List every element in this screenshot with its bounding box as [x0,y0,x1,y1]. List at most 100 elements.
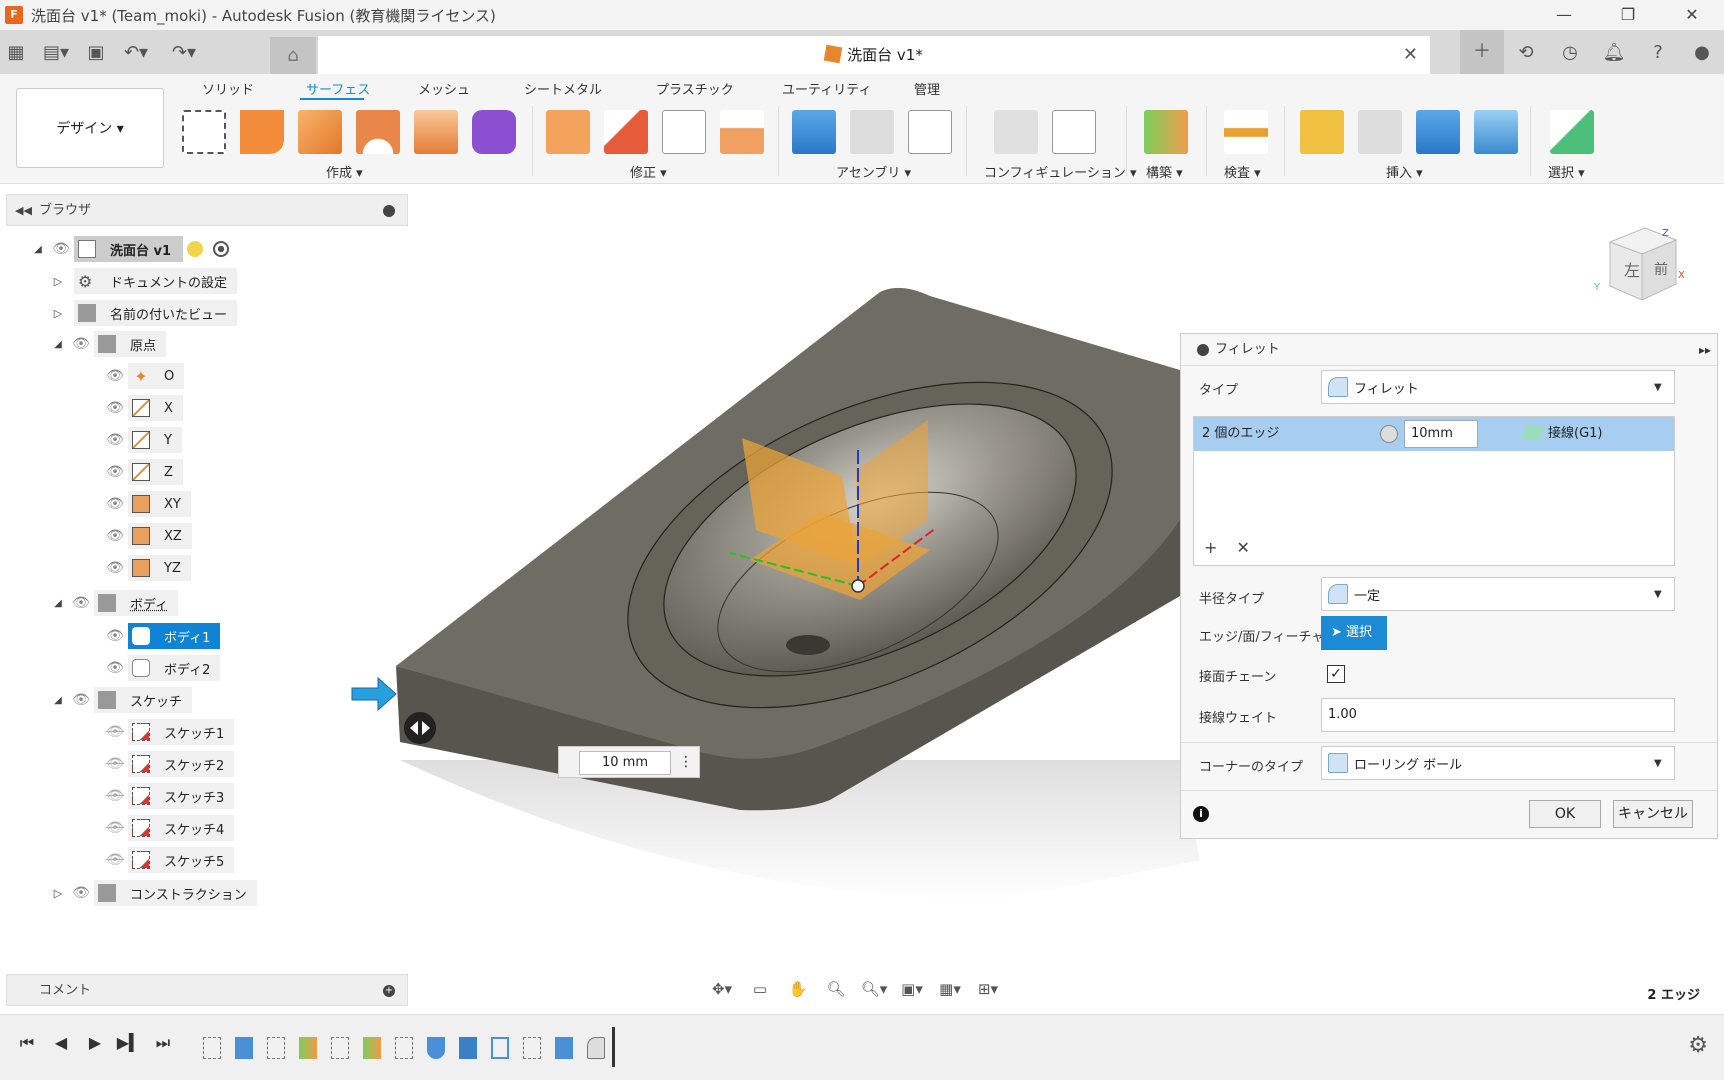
eye-hidden-icon[interactable]: 👁︎ [102,724,128,740]
home-icon[interactable]: ⌂ [270,37,316,74]
document-tab[interactable]: 洗面台 v1* ✕ [318,36,1430,74]
gear-icon[interactable]: ⚙ [1688,1033,1708,1058]
tree-item-named-views[interactable]: ▷ 名前の付いたビュー [48,299,238,327]
add-comment-icon[interactable]: + [383,985,395,997]
insert-svg-icon[interactable] [1300,110,1344,154]
fillet-dialog-header[interactable]: フィレット ▸▸ [1181,334,1717,366]
close-tab-icon[interactable]: ✕ [1403,36,1418,74]
eye-icon[interactable]: 👁︎ [102,560,128,576]
tab-sheet-metal[interactable]: シートメタル [524,79,602,98]
loft-icon[interactable] [414,110,458,154]
comments-panel[interactable]: コメント + [6,974,408,1006]
go-to-start-icon[interactable]: ⏮ [10,1033,44,1053]
viewcube[interactable]: 左 前 Z X Y [1590,222,1690,312]
dimension-menu-icon[interactable]: ⋮ [679,747,693,777]
collapse-browser-icon[interactable]: ◀◀ [15,195,32,227]
timeline-sketch-icon[interactable] [395,1037,413,1059]
eye-icon[interactable]: 👁︎ [68,885,94,901]
select-icon[interactable] [1550,110,1594,154]
tangent-chain-checkbox[interactable]: ✓ [1327,665,1345,683]
group-select[interactable]: 選択 ▾ [1548,162,1585,181]
tree-item-sketch4[interactable]: 👁︎ スケッチ4 [102,814,235,842]
continuity-select[interactable]: 接線(G1) [1522,417,1603,451]
undo-icon[interactable]: ↶▾ [112,42,160,63]
play-icon[interactable]: ▶ [78,1033,112,1053]
tree-item-bodies[interactable]: ◢ 👁︎ ボディ [48,589,179,617]
tree-item-sketch3[interactable]: 👁︎ スケッチ3 [102,782,235,810]
file-icon[interactable]: ▤▾ [32,42,80,63]
timeline-sketch-icon[interactable] [331,1037,349,1059]
insert-derive-icon[interactable] [1358,110,1402,154]
tree-item-body2[interactable]: 👁︎ ボディ2 [102,654,221,682]
bell-icon[interactable]: 🔔︎ [1592,42,1636,63]
group-construct[interactable]: 構築 ▾ [1146,162,1183,181]
trim-icon[interactable] [546,110,590,154]
offset-icon[interactable] [720,110,764,154]
info-icon[interactable]: i [1193,806,1209,822]
orbit-icon[interactable]: ✥▾ [704,974,740,1004]
edge-set-row[interactable]: 2 個のエッジ 10mm 接線(G1) [1194,417,1674,451]
select-entities-button[interactable]: ➤ 選択 [1321,616,1387,650]
expand-dialog-icon[interactable]: ▸▸ [1699,334,1711,366]
config-table-icon[interactable] [1052,110,1096,154]
create-sketch-icon[interactable] [182,110,226,154]
tab-mesh[interactable]: メッシュ [418,79,470,98]
canvas-icon[interactable] [1474,110,1518,154]
extrude-surface-icon[interactable] [240,110,284,154]
browser-minimize-icon[interactable] [383,205,395,217]
joint-icon[interactable] [850,110,894,154]
tree-root[interactable]: ◢ 👁︎ 洗面台 v1 [28,235,230,263]
eye-icon[interactable]: 👁︎ [102,400,128,416]
close-window-button[interactable]: ✕ [1660,0,1724,30]
insert-mcmaster-icon[interactable] [1416,110,1460,154]
eye-icon[interactable]: 👁︎ [102,660,128,676]
tree-item-axis-x[interactable]: 👁︎ X [102,394,183,422]
eye-hidden-icon[interactable]: 👁︎ [102,756,128,772]
step-back-icon[interactable]: ◀ [44,1033,78,1053]
extensions-icon[interactable]: ⟲ [1504,42,1548,63]
viewports-icon[interactable]: ⊞▾ [970,974,1006,1004]
tree-item-body1[interactable]: 👁︎ ボディ1 [102,622,221,650]
activate-radio-icon[interactable] [213,241,230,257]
tree-item-plane-xy[interactable]: 👁︎ XY [102,490,191,518]
tab-solid[interactable]: ソリッド [202,79,254,98]
eye-icon[interactable]: 👁︎ [102,432,128,448]
remove-edge-set-button[interactable]: ✕ [1237,538,1250,557]
tree-item-origin[interactable]: ◢ 👁︎ 原点 [48,330,167,358]
collapse-icon[interactable]: ◢ [48,695,68,706]
step-forward-icon[interactable]: ▶▍ [112,1033,146,1053]
add-edge-set-button[interactable]: + [1204,538,1217,557]
zoom-window-icon[interactable]: 🔍︎▾ [856,974,892,1004]
group-inspect[interactable]: 検査 ▾ [1224,162,1261,181]
collapse-icon[interactable]: ◢ [28,244,48,255]
zoom-icon[interactable]: 🔍︎ [818,974,854,1004]
group-insert[interactable]: 挿入 ▾ [1386,162,1423,181]
eye-hidden-icon[interactable]: 👁︎ [102,788,128,804]
grid-icon[interactable]: ▦ [0,42,32,63]
expand-icon[interactable]: ▷ [48,887,68,900]
bom-icon[interactable] [908,110,952,154]
timeline-plane-icon[interactable] [363,1037,381,1059]
collapse-dialog-icon[interactable] [1197,344,1209,356]
tree-item-sketch1[interactable]: 👁︎ スケッチ1 [102,718,235,746]
tree-item-axis-z[interactable]: 👁︎ Z [102,458,183,486]
expand-icon[interactable]: ▷ [48,275,68,288]
dimension-input[interactable]: 10 mm ⋮ [558,746,700,778]
display-settings-icon[interactable]: ▣▾ [894,974,930,1004]
timeline-sketch-icon[interactable] [523,1037,541,1059]
avatar-icon[interactable]: ● [1680,42,1724,63]
collapse-icon[interactable]: ◢ [48,339,68,350]
eye-icon[interactable]: 👁︎ [102,368,128,384]
maximize-button[interactable]: ❐ [1596,0,1660,30]
eye-icon[interactable]: 👁︎ [102,528,128,544]
dimension-value[interactable]: 10 mm [579,751,671,775]
sweep-icon[interactable] [356,110,400,154]
tree-item-sketch2[interactable]: 👁︎ スケッチ2 [102,750,235,778]
timeline-shell-icon[interactable] [491,1037,509,1059]
timeline-revolve-icon[interactable] [427,1037,445,1059]
tree-item-sketch5[interactable]: 👁︎ スケッチ5 [102,846,235,874]
delete-face-icon[interactable] [604,110,648,154]
go-to-end-icon[interactable]: ⏭ [146,1033,180,1053]
eye-icon[interactable]: 👁︎ [102,628,128,644]
tangent-weight-input[interactable]: 1.00 [1321,698,1675,732]
